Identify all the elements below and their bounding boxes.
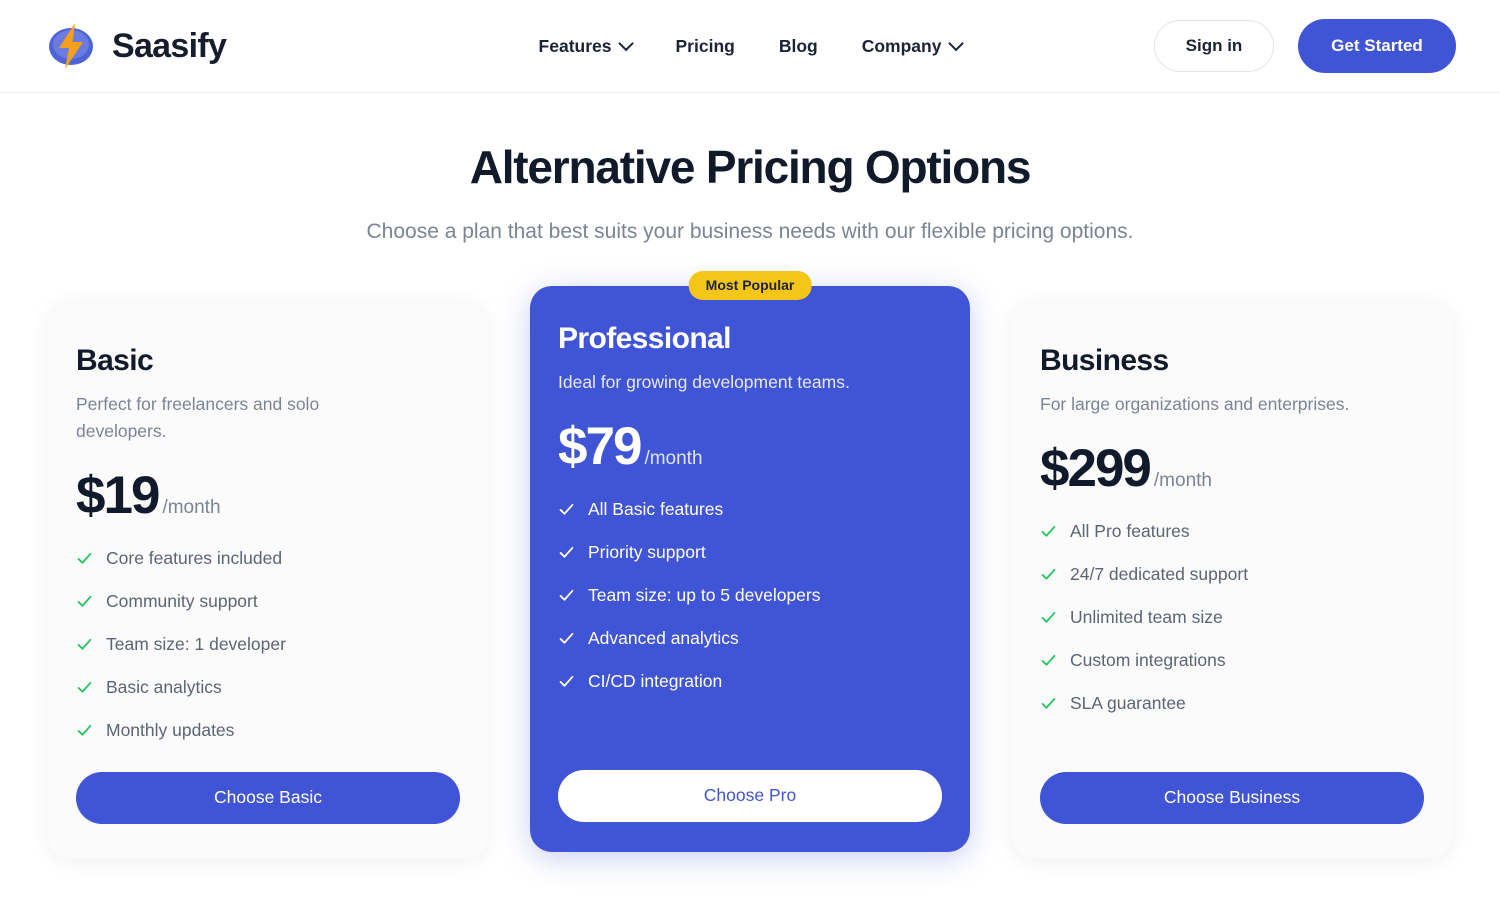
- feature-label: Priority support: [588, 541, 706, 562]
- feature-item: Unlimited team size: [1040, 607, 1424, 628]
- feature-item: Advanced analytics: [558, 628, 942, 649]
- page-title: Alternative Pricing Options: [469, 141, 1032, 193]
- feature-label: Core features included: [106, 548, 283, 569]
- feature-item: Core features included: [76, 548, 460, 569]
- feature-label: All Basic features: [588, 498, 724, 519]
- feature-item: Basic analytics: [76, 677, 460, 698]
- check-icon: [77, 638, 92, 650]
- check-icon: [559, 632, 574, 644]
- feature-item: Priority support: [558, 542, 942, 563]
- feature-label: All Pro features: [1070, 520, 1190, 541]
- check-icon: [77, 724, 92, 736]
- feature-list: All Basic features Priority support Team…: [558, 499, 942, 692]
- feature-label: CI/CD integration: [588, 670, 723, 691]
- pricing-cards: Basic Perfect for freelancers and solo d…: [0, 270, 1500, 858]
- feature-label: SLA guarantee: [1070, 692, 1186, 713]
- feature-item: Custom integrations: [1040, 650, 1424, 671]
- plan-price: $299 /month: [1040, 442, 1424, 495]
- pricing-card-business: Business For large organizations and ent…: [1012, 303, 1452, 858]
- feature-label: Community support: [106, 591, 258, 612]
- nav-label: Pricing: [675, 35, 735, 56]
- site-header: Saasify Features Pricing Blog Company Si…: [0, 0, 1500, 93]
- check-icon: [559, 675, 574, 687]
- feature-list: Core features included Community support…: [76, 548, 460, 741]
- feature-item: Community support: [76, 591, 460, 612]
- feature-label: Advanced analytics: [588, 627, 739, 648]
- plan-name: Business: [1040, 343, 1169, 377]
- feature-item: Team size: 1 developer: [76, 634, 460, 655]
- feature-item: Monthly updates: [76, 720, 460, 741]
- check-icon: [559, 589, 574, 601]
- price-amount: $19: [76, 466, 160, 526]
- choose-basic-button[interactable]: Choose Basic: [76, 771, 460, 824]
- feature-label: Team size: up to 5 developers: [588, 584, 821, 605]
- check-icon: [559, 503, 574, 515]
- chevron-down-icon: [948, 35, 964, 51]
- check-icon: [77, 681, 92, 693]
- plan-price: $79 /month: [558, 420, 942, 473]
- check-icon: [1041, 654, 1056, 666]
- price-period: /month: [644, 447, 703, 469]
- plan-name: Basic: [76, 343, 154, 377]
- feature-item: Team size: up to 5 developers: [558, 585, 942, 606]
- price-period: /month: [162, 497, 221, 519]
- choose-business-button[interactable]: Choose Business: [1040, 771, 1424, 824]
- feature-label: Monthly updates: [106, 720, 235, 741]
- price-period: /month: [1153, 469, 1212, 491]
- check-icon: [1041, 568, 1056, 580]
- check-icon: [1041, 611, 1056, 623]
- chevron-down-icon: [618, 35, 634, 51]
- nav-label: Blog: [778, 35, 818, 56]
- price-amount: $299: [1040, 438, 1152, 498]
- price-amount: $79: [558, 416, 642, 476]
- plan-description: Perfect for freelancers and solo develop…: [76, 393, 320, 441]
- nav-item-pricing[interactable]: Pricing: [676, 36, 735, 57]
- header-actions: Sign in Get Started: [1154, 19, 1456, 73]
- feature-label: Team size: 1 developer: [106, 634, 286, 655]
- page-subtitle: Choose a plan that best suits your busin…: [366, 219, 1134, 243]
- lightning-bolt-icon: [44, 19, 98, 73]
- feature-item: 24/7 dedicated support: [1040, 564, 1424, 585]
- feature-item: CI/CD integration: [558, 671, 942, 692]
- pricing-card-professional: Most Popular Professional Ideal for grow…: [530, 270, 970, 852]
- feature-item: All Pro features: [1040, 521, 1424, 542]
- feature-item: All Basic features: [558, 499, 942, 520]
- plan-price: $19 /month: [76, 469, 460, 522]
- plan-description: Ideal for growing development teams.: [558, 371, 850, 392]
- main-navigation: Features Pricing Blog Company: [538, 35, 964, 57]
- feature-label: Unlimited team size: [1070, 606, 1223, 627]
- hero-section: Alternative Pricing Options Choose a pla…: [0, 93, 1500, 248]
- feature-label: 24/7 dedicated support: [1070, 563, 1249, 584]
- nav-item-features[interactable]: Features: [538, 35, 634, 57]
- get-started-button[interactable]: Get Started: [1298, 19, 1456, 73]
- plan-description: For large organizations and enterprises.: [1040, 393, 1350, 414]
- check-icon: [77, 552, 92, 564]
- plan-name: Professional: [558, 321, 731, 355]
- pricing-card-basic: Basic Perfect for freelancers and solo d…: [48, 303, 488, 858]
- feature-list: All Pro features 24/7 dedicated support …: [1040, 521, 1424, 714]
- check-icon: [1041, 525, 1056, 537]
- check-icon: [77, 595, 92, 607]
- check-icon: [559, 546, 574, 558]
- nav-item-blog[interactable]: Blog: [779, 36, 818, 57]
- feature-item: SLA guarantee: [1040, 693, 1424, 714]
- nav-label: Features: [538, 35, 612, 56]
- brand-name: Saasify: [112, 26, 227, 65]
- check-icon: [1041, 697, 1056, 709]
- status-badge: Most Popular: [688, 270, 812, 300]
- brand-logo-link[interactable]: Saasify: [44, 19, 227, 73]
- feature-label: Custom integrations: [1070, 649, 1226, 670]
- nav-item-company[interactable]: Company: [861, 35, 964, 57]
- feature-label: Basic analytics: [106, 677, 222, 698]
- sign-in-button[interactable]: Sign in: [1154, 20, 1274, 72]
- choose-pro-button[interactable]: Choose Pro: [558, 769, 942, 822]
- nav-label: Company: [861, 35, 942, 56]
